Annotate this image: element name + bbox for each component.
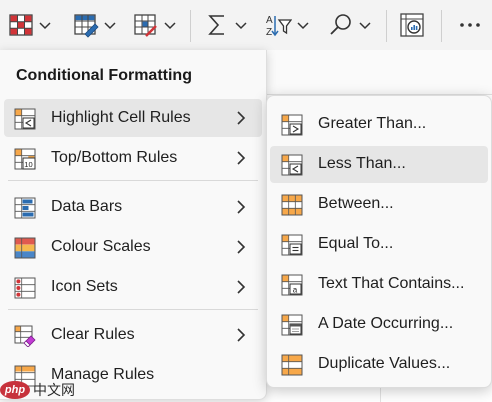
between-icon [281, 194, 303, 216]
more-options-icon [460, 23, 480, 27]
watermark-badge: php [0, 381, 30, 399]
watermark: php 中文网 [0, 378, 75, 402]
menu-item-data-bars[interactable]: Data Bars [4, 188, 262, 226]
ribbon-toolbar: A Z [0, 0, 492, 50]
find-select-button[interactable] [328, 8, 373, 42]
menu-divider [8, 309, 258, 310]
conditional-formatting-icon [9, 14, 33, 36]
submenu-item-label: Equal To... [318, 235, 394, 252]
svg-text:A: A [266, 15, 273, 26]
more-options-button[interactable] [458, 8, 482, 42]
menu-item-label: Highlight Cell Rules [51, 109, 191, 126]
svg-text:Z: Z [266, 27, 272, 38]
analyze-data-button[interactable] [399, 8, 425, 42]
submenu-item-label: Duplicate Values... [318, 355, 451, 372]
sort-filter-icon: A Z [266, 15, 292, 38]
less-than-icon [281, 154, 303, 176]
icon-sets-icon [14, 277, 36, 299]
sort-filter-button[interactable]: A Z [264, 8, 311, 42]
submenu-item-label: A Date Occurring... [318, 315, 454, 332]
submenu-item-label: Text That Contains... [318, 275, 465, 292]
submenu-item-less-than[interactable]: Less Than... [270, 146, 488, 183]
clear-rules-icon [14, 325, 36, 347]
analyze-data-icon [400, 13, 424, 37]
autosum-icon [208, 15, 224, 35]
autosum-button[interactable] [206, 8, 249, 42]
menu-item-label: Colour Scales [51, 238, 151, 255]
menu-item-top-bottom-rules[interactable]: 10 Top/Bottom Rules [4, 139, 262, 177]
svg-text:a: a [293, 285, 298, 294]
chevron-down-icon [164, 22, 176, 30]
menu-item-colour-scales[interactable]: Colour Scales [4, 228, 262, 266]
svg-text:10: 10 [24, 160, 32, 169]
conditional-formatting-menu: Conditional Formatting Highlight Cell Ru… [0, 50, 267, 400]
submenu-item-label: Between... [318, 195, 394, 212]
search-icon [330, 14, 351, 35]
conditional-formatting-button[interactable] [8, 8, 53, 42]
watermark-text: 中文网 [33, 383, 75, 399]
chevron-right-icon [237, 151, 246, 165]
submenu-item-date-occurring[interactable]: A Date Occurring... [270, 306, 488, 343]
chevron-right-icon [237, 280, 246, 294]
chevron-right-icon [237, 328, 246, 342]
submenu-item-equal-to[interactable]: Equal To... [270, 226, 488, 263]
toolbar-divider [441, 10, 442, 42]
submenu-item-greater-than[interactable]: Greater Than... [270, 106, 488, 143]
chevron-right-icon [237, 200, 246, 214]
submenu-item-label: Greater Than... [318, 115, 427, 132]
highlight-cell-rules-submenu: Greater Than... Less Than... Between... [266, 95, 492, 388]
toolbar-divider [386, 10, 387, 42]
menu-item-clear-rules[interactable]: Clear Rules [4, 316, 262, 354]
greater-than-icon [281, 114, 303, 136]
menu-item-icon-sets[interactable]: Icon Sets [4, 268, 262, 306]
chevron-down-icon [359, 22, 371, 30]
cell-styles-icon [134, 14, 157, 37]
menu-item-label: Icon Sets [51, 278, 118, 295]
date-occurring-icon [281, 314, 303, 336]
format-as-table-button[interactable] [73, 8, 118, 42]
menu-item-label: Clear Rules [51, 326, 135, 343]
menu-item-highlight-cell-rules[interactable]: Highlight Cell Rules [4, 99, 262, 137]
chevron-right-icon [237, 111, 246, 125]
colour-scales-icon [14, 237, 36, 259]
menu-divider [8, 180, 258, 181]
chevron-down-icon [104, 22, 116, 30]
chevron-down-icon [297, 22, 309, 30]
submenu-item-label: Less Than... [318, 155, 406, 172]
top-bottom-rules-icon: 10 [14, 148, 36, 170]
menu-title: Conditional Formatting [16, 67, 192, 84]
format-as-table-icon [74, 14, 99, 38]
highlight-cell-rules-icon [14, 108, 36, 130]
equal-to-icon [281, 234, 303, 256]
submenu-item-between[interactable]: Between... [270, 186, 488, 223]
submenu-item-duplicate-values[interactable]: Duplicate Values... [270, 346, 488, 383]
data-bars-icon [14, 197, 36, 219]
submenu-item-text-contains[interactable]: a Text That Contains... [270, 266, 488, 303]
chevron-down-icon [235, 22, 247, 30]
chevron-down-icon [39, 22, 51, 30]
duplicate-values-icon [281, 354, 303, 376]
menu-item-label: Data Bars [51, 198, 123, 215]
toolbar-divider [190, 10, 191, 42]
text-contains-icon: a [281, 274, 303, 296]
menu-item-label: Top/Bottom Rules [51, 149, 178, 166]
chevron-right-icon [237, 240, 246, 254]
cell-styles-button[interactable] [133, 8, 178, 42]
